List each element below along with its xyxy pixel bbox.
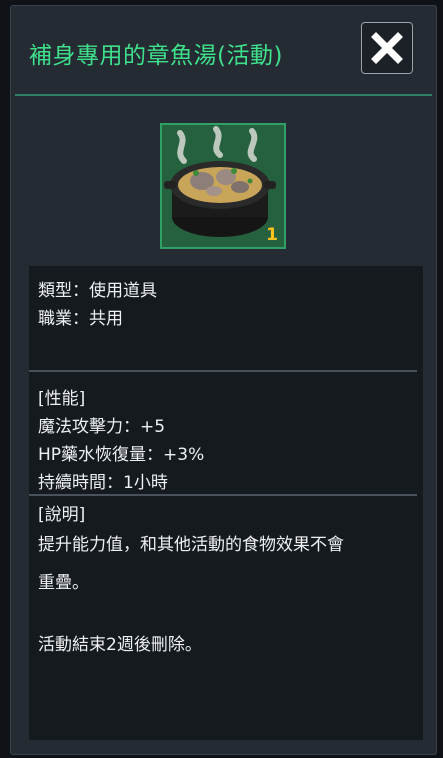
item-job-label: 職業：共用 [38,309,123,329]
close-x-icon [371,32,403,64]
item-tooltip-panel: 補身專用的章魚湯(活動) 1 類型：使用道具 職業：共用 [性能] 魔法攻擊力：… [10,5,437,755]
stats-header: [性能] [38,389,86,409]
item-type-label: 類型：使用道具 [38,281,157,301]
item-title: 補身專用的章魚湯(活動) [29,43,283,69]
item-quantity: 1 [266,225,278,245]
stat-magic-attack: 魔法攻擊力：+5 [38,417,166,437]
item-icon-slot: 1 [160,123,286,249]
stat-duration: 持續時間：1小時 [38,473,168,493]
description-header: [說明] [38,505,86,525]
stat-hp-recovery: HP藥水恢復量：+3% [38,445,205,465]
section-divider [29,494,417,496]
description-line-3: 活動結束2週後刪除。 [38,635,202,655]
section-divider [29,370,417,372]
description-line-2: 重疊。 [38,573,89,593]
item-info-box: 類型：使用道具 職業：共用 [性能] 魔法攻擊力：+5 HP藥水恢復量：+3% … [29,266,423,740]
close-button[interactable] [361,22,413,74]
description-line-1: 提升能力值，和其他活動的食物效果不會 [38,535,344,555]
title-divider [15,94,432,96]
